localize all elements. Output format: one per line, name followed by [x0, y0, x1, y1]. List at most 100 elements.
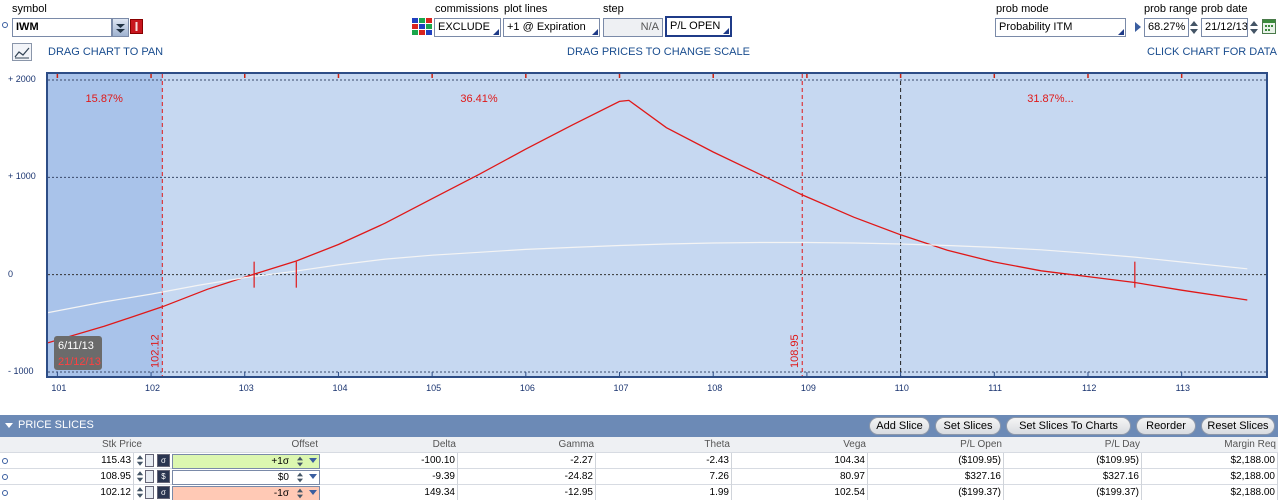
commissions-select[interactable]: EXCLUDE	[434, 18, 501, 37]
symbol-input[interactable]: IWM	[12, 18, 112, 37]
col-theta[interactable]: Theta	[598, 437, 732, 453]
prob-date-input[interactable]: 21/12/13	[1201, 18, 1248, 37]
date-badge-today: 6/11/13	[58, 340, 94, 352]
commissions-label: commissions	[435, 3, 499, 15]
collapse-arrow-icon[interactable]	[5, 423, 13, 428]
offset-stepper[interactable]	[296, 454, 304, 468]
col-delta[interactable]: Delta	[322, 437, 458, 453]
prob-range-stepper[interactable]	[1189, 18, 1199, 37]
row-select-dot[interactable]	[2, 474, 8, 480]
price-slices-header[interactable]: PRICE SLICES Add Slice Set Slices Set Sl…	[0, 415, 1278, 437]
cell-margin: $2,188.00	[1144, 485, 1278, 500]
shaded-tail-region	[48, 74, 163, 376]
prob-mode-select[interactable]: Probability ITM	[995, 18, 1126, 37]
plot-lines-select[interactable]: +1 @ Expiration	[503, 18, 600, 37]
drag-prices-hint: DRAG PRICES TO CHANGE SCALE	[567, 46, 750, 58]
cell-delta: -9.39	[322, 469, 458, 485]
y-tick-label: + 1000	[8, 171, 36, 182]
plot-lines-value: +1 @ Expiration	[507, 21, 586, 33]
x-tick-label: 103	[238, 383, 254, 393]
offset-dropdown-icon[interactable]	[309, 474, 317, 479]
add-slice-button[interactable]: Add Slice	[869, 417, 930, 435]
x-tick-label: 113	[1175, 383, 1191, 393]
pl-mode-select[interactable]: P/L OPEN	[665, 16, 732, 37]
cell-pl-day: ($199.37)	[1006, 485, 1142, 500]
symbol-dropdown-button[interactable]	[112, 18, 129, 37]
offset-mode-icon[interactable]: σ	[157, 454, 170, 467]
row-select-dot[interactable]	[2, 490, 8, 496]
probability-label-2: 31.87%...	[1027, 93, 1073, 105]
lock-icon[interactable]	[145, 486, 154, 499]
price-slices-title: PRICE SLICES	[18, 419, 94, 431]
cell-margin: $2,188.00	[1144, 469, 1278, 485]
play-arrow-icon[interactable]	[1135, 22, 1141, 32]
probability-label-1: 36.41%	[460, 93, 498, 105]
offset-mode-icon[interactable]: σ	[157, 486, 170, 499]
offset-stepper[interactable]	[296, 470, 304, 484]
prob-range-input[interactable]: 68.27%	[1144, 18, 1189, 37]
col-gamma[interactable]: Gamma	[460, 437, 596, 453]
stk-price-stepper[interactable]	[136, 469, 144, 484]
x-tick-label: 102	[145, 383, 161, 393]
drag-pan-hint: DRAG CHART TO PAN	[48, 46, 164, 58]
stk-price-stepper[interactable]	[136, 485, 144, 500]
set-slices-to-charts-button[interactable]: Set Slices To Charts	[1006, 417, 1131, 435]
calendar-icon[interactable]	[1262, 19, 1276, 34]
col-pl-open[interactable]: P/L Open	[870, 437, 1004, 453]
cell-vega: 102.54	[734, 485, 868, 500]
cell-stk-price[interactable]: 115.43	[10, 453, 134, 469]
risk-profile-chart[interactable]: 102.12 108.95 15.87% 36.41% 31.87%... 6/11/13…	[46, 72, 1268, 378]
x-tick-label: 112	[1081, 383, 1097, 393]
date-badge-expiry: 21/12/13	[58, 356, 101, 368]
offset-mode-icon[interactable]: $	[157, 470, 170, 483]
lock-icon[interactable]	[145, 470, 154, 483]
col-stk-price[interactable]: Stk Price	[10, 437, 144, 453]
click-chart-hint: CLICK CHART FOR DATA	[1147, 46, 1277, 58]
col-margin-req[interactable]: Margin Req	[1144, 437, 1278, 453]
row-select-dot[interactable]	[2, 458, 8, 464]
pl-mode-value: P/L OPEN	[670, 20, 721, 32]
col-pl-day[interactable]: P/L Day	[1006, 437, 1142, 453]
cell-theta: 7.26	[598, 469, 732, 485]
offset-stepper[interactable]	[296, 486, 304, 500]
commissions-value: EXCLUDE	[438, 21, 490, 33]
x-tick-label: 110	[894, 383, 909, 393]
prob-date-label: prob date	[1201, 3, 1248, 15]
x-tick-label: 108	[707, 383, 723, 393]
offset-dropdown-icon[interactable]	[309, 458, 317, 463]
y-tick-label: - 1000	[8, 366, 34, 376]
step-field[interactable]: N/A	[603, 18, 663, 37]
col-vega[interactable]: Vega	[734, 437, 868, 453]
lock-icon[interactable]	[145, 454, 154, 467]
alert-icon[interactable]	[130, 19, 143, 34]
cell-delta: -100.10	[322, 453, 458, 469]
cell-stk-price[interactable]: 102.12	[10, 485, 134, 500]
x-tick-label: 107	[613, 383, 629, 393]
col-offset[interactable]: Offset	[172, 437, 320, 453]
cell-pl-open: ($199.37)	[870, 485, 1004, 500]
symbol-settings-dot[interactable]	[2, 22, 8, 28]
cell-pl-day: ($109.95)	[1006, 453, 1142, 469]
prob-date-stepper[interactable]	[1249, 18, 1259, 37]
chart-plot-area[interactable]: 102.12 108.95 15.87% 36.41% 31.87%... 6/11/13…	[48, 74, 1266, 376]
reset-slices-button[interactable]: Reset Slices	[1201, 417, 1275, 435]
x-tick-label: 101	[51, 383, 67, 393]
slice-vline-label-0: 102.12	[149, 334, 161, 368]
color-grid-icon[interactable]	[412, 18, 432, 36]
set-slices-button[interactable]: Set Slices	[935, 417, 1001, 435]
cell-delta: 149.34	[322, 485, 458, 500]
prob-mode-value: Probability ITM	[999, 21, 1073, 33]
probability-label-0: 15.87%	[86, 93, 124, 105]
y-tick-label: + 2000	[8, 74, 36, 84]
prob-mode-label: prob mode	[996, 3, 1049, 15]
stk-price-stepper[interactable]	[136, 453, 144, 468]
offset-dropdown-icon[interactable]	[309, 490, 317, 495]
chart-type-icon[interactable]	[12, 43, 32, 61]
cell-theta: 1.99	[598, 485, 732, 500]
cell-gamma: -24.82	[460, 469, 596, 485]
cell-pl-open: $327.16	[870, 469, 1004, 485]
x-tick-label: 111	[988, 383, 1002, 393]
cell-stk-price[interactable]: 108.95	[10, 469, 134, 485]
reorder-button[interactable]: Reorder	[1136, 417, 1196, 435]
cell-gamma: -12.95	[460, 485, 596, 500]
